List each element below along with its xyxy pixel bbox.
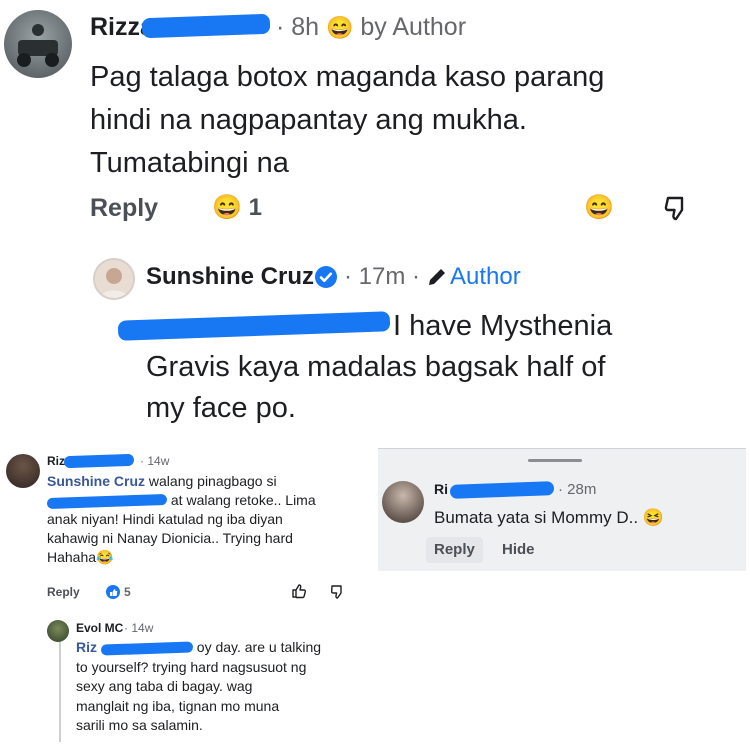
commenter-avatar[interactable]	[382, 481, 424, 523]
pencil-icon	[429, 269, 445, 285]
reaction-count: 1	[248, 194, 262, 221]
comment-time: · 14w	[140, 454, 170, 468]
redaction-bar	[100, 641, 194, 656]
comment-line: Riz oy day. are u talking	[76, 638, 366, 658]
replier-name[interactable]: Sunshine Cruz	[146, 262, 314, 292]
commenter-avatar[interactable]	[47, 620, 69, 642]
time-value[interactable]: 28m	[567, 481, 596, 498]
reply-text-line: Gravis kaya madalas bagsak half of	[146, 351, 606, 383]
separator-dot: ·	[276, 13, 285, 41]
grin-emoji-icon: 😄	[212, 194, 242, 221]
reply-button[interactable]: Reply	[426, 537, 483, 563]
time-value[interactable]: 14w	[131, 621, 153, 635]
comment-panel: Ri · 28m Bumata yata si Mommy D.. 😆 Repl…	[378, 448, 746, 571]
reply-button[interactable]: Reply	[90, 193, 158, 223]
comment-body: Sunshine Cruz walang pinagbago si at wal…	[46, 472, 347, 567]
reply-time[interactable]: 17m	[359, 263, 406, 290]
separator-dot: ·	[344, 263, 352, 290]
commenter-name[interactable]: Ri	[434, 481, 448, 497]
redaction-bar	[117, 311, 391, 341]
author-badge: Author	[450, 263, 521, 290]
comment-line: kahawig ni Nanay Dionicia.. Trying hard	[47, 530, 293, 546]
comment-line: to yourself? trying hard nagsusuot ng	[76, 658, 307, 675]
commenter-avatar[interactable]	[6, 454, 40, 488]
atv-photo-icon	[17, 24, 59, 67]
mention-link[interactable]: Sunshine Cruz	[47, 473, 145, 489]
redaction-bar	[63, 453, 135, 469]
like-count: 5	[124, 585, 131, 599]
like-icon[interactable]	[291, 583, 307, 599]
comment-line: sarili mo sa salamin.	[76, 717, 203, 733]
comment-line: Tumatabingi na	[90, 147, 289, 179]
comment-line: sexy ang taba di bagay. wag	[76, 678, 253, 694]
redaction-bar	[449, 481, 555, 499]
thread-line	[59, 632, 61, 742]
comment-text: oy day. are u talking	[196, 639, 322, 655]
verified-badge-icon	[315, 266, 337, 288]
react-button[interactable]: 😄	[584, 193, 614, 223]
comment-line: Sunshine Cruz walang pinagbago si	[47, 472, 347, 491]
comment-text: at walang retoke.. Lima	[170, 492, 316, 508]
comment-line: Pag talaga botox maganda kaso parang	[90, 61, 605, 93]
comment-line: manglait ng iba, tignan mo muna	[76, 697, 280, 714]
portrait-icon	[100, 268, 128, 298]
redaction-bar	[46, 493, 168, 509]
drag-handle[interactable]	[528, 459, 582, 462]
comment-time: · 28m	[558, 481, 597, 498]
like-reaction-icon	[106, 585, 120, 599]
comment-body: Riz oy day. are u talking to yourself? t…	[76, 638, 366, 736]
reaction-summary[interactable]: 😄 1	[212, 193, 262, 223]
time-value[interactable]: 14w	[147, 454, 169, 468]
commenter-name[interactable]: Riz	[47, 454, 65, 468]
reply-meta: · 17m ·	[344, 262, 420, 292]
mention-link[interactable]: Riz	[76, 639, 97, 655]
comment-line: hindi na nagpapantay ang mukha.	[90, 104, 527, 136]
commenter-avatar[interactable]	[4, 10, 72, 78]
reply-text-line: I have Mysthenia	[393, 310, 613, 342]
dislike-icon[interactable]	[330, 584, 346, 600]
commenter-name[interactable]: Evol MC	[76, 621, 123, 635]
comment-text: Bumata yata si Mommy D.. 😆	[434, 508, 664, 527]
comment-text: walang pinagbago si	[148, 473, 277, 489]
comment-time: · 14w	[124, 621, 154, 635]
dislike-icon[interactable]	[664, 194, 692, 222]
redaction-bar	[141, 13, 271, 39]
replier-avatar[interactable]	[93, 258, 135, 300]
comment-meta: · 8h 😄 by Author	[276, 12, 466, 43]
reply-text-line: my face po.	[146, 392, 296, 424]
hide-button[interactable]: Hide	[502, 541, 535, 559]
comment-line: at walang retoke.. Lima	[46, 491, 347, 510]
comment-line: anak niyan! Hindi katulad ng iba diyan	[47, 511, 283, 527]
comment-text: Pag talaga botox maganda kaso parang hin…	[90, 56, 604, 185]
comment-time[interactable]: 8h	[291, 13, 319, 41]
by-author-label: by Author	[360, 13, 467, 41]
comment-line: Hahaha😂	[47, 549, 114, 565]
grin-emoji-icon: 😄	[326, 15, 354, 40]
separator-dot: ·	[412, 263, 421, 290]
reply-button[interactable]: Reply	[47, 585, 80, 599]
